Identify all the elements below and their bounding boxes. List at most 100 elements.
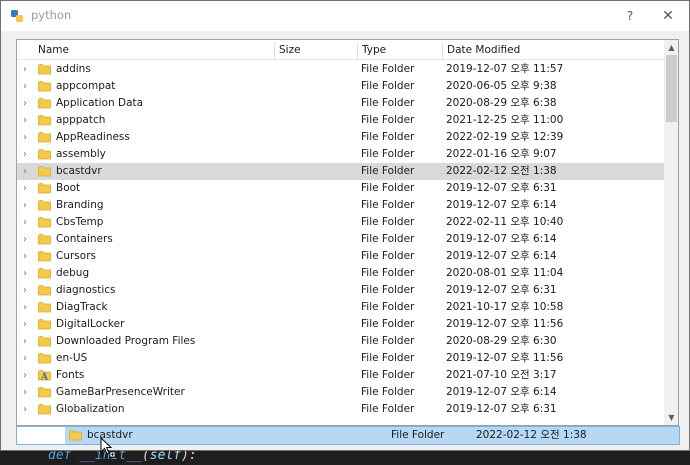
table-row[interactable]: › Downloaded Program Files File Folder 2020… — [17, 333, 664, 350]
chevron-right-icon[interactable]: › — [20, 316, 30, 333]
row-date: 2020-08-29 오후 6:30 — [446, 335, 557, 347]
row-type: File Folder — [361, 267, 415, 279]
row-type: File Folder — [361, 301, 415, 313]
row-date: 2019-12-07 오후 6:14 — [446, 386, 557, 398]
table-row[interactable]: › en-US File Folder 2019-12-07 오후 11:56 — [17, 350, 664, 367]
chevron-right-icon[interactable]: › — [20, 61, 30, 78]
chevron-right-icon[interactable]: › — [20, 214, 30, 231]
chevron-right-icon[interactable]: › — [20, 384, 30, 401]
chevron-right-icon[interactable]: › — [20, 299, 30, 316]
row-name: bcastdvr — [56, 165, 102, 177]
table-row[interactable]: › debug File Folder 2020-08-01 오후 11:04 — [17, 265, 664, 282]
row-name: GameBarPresenceWriter — [56, 386, 185, 398]
row-name: diagnostics — [56, 284, 116, 296]
chevron-right-icon[interactable]: › — [20, 282, 30, 299]
folder-icon — [38, 217, 51, 228]
folder-icon — [38, 200, 51, 211]
scroll-up-arrow-icon[interactable]: ▲ — [664, 40, 678, 55]
row-name: en-US — [56, 352, 88, 364]
row-type: File Folder — [361, 403, 415, 415]
chevron-right-icon[interactable]: › — [20, 146, 30, 163]
vertical-scrollbar[interactable]: ▲ ▼ — [664, 40, 678, 425]
table-row[interactable]: › GameBarPresenceWriter File Folder 2019-12… — [17, 384, 664, 401]
table-row[interactable]: › Containers File Folder 2019-12-07 오후 6:14 — [17, 231, 664, 248]
table-row[interactable]: › Globalization File Folder 2019-12-07 오후 6… — [17, 401, 664, 418]
table-row[interactable]: › DigitalLocker File Folder 2019-12-07 오후 1… — [17, 316, 664, 333]
chevron-right-icon[interactable]: › — [20, 180, 30, 197]
column-header-type[interactable]: Type — [357, 40, 442, 60]
column-header-date[interactable]: Date Modified — [442, 40, 662, 60]
file-tree-view[interactable]: Name Size Type Date Modified › addins File… — [16, 39, 679, 426]
row-date: 2020-08-29 오후 6:38 — [446, 97, 557, 109]
chevron-right-icon[interactable]: › — [20, 112, 30, 129]
table-row[interactable]: › apppatch File Folder 2021-12-25 오후 11:00 — [17, 112, 664, 129]
folder-icon — [38, 81, 51, 92]
chevron-right-icon[interactable]: › — [20, 265, 30, 282]
row-type: File Folder — [361, 80, 415, 92]
folder-icon — [38, 234, 51, 245]
row-type: File Folder — [361, 114, 415, 126]
drag-preview-type: File Folder — [391, 429, 445, 441]
table-row[interactable]: › Branding File Folder 2019-12-07 오후 6:14 — [17, 197, 664, 214]
row-date: 2019-12-07 오후 6:31 — [446, 403, 557, 415]
row-date: 2019-12-07 오후 6:31 — [446, 284, 557, 296]
help-button[interactable]: ? — [619, 6, 641, 26]
chevron-right-icon[interactable]: › — [20, 231, 30, 248]
chevron-right-icon[interactable]: › — [20, 333, 30, 350]
row-type: File Folder — [361, 318, 415, 330]
table-row[interactable]: › addins File Folder 2019-12-07 오후 11:57 — [17, 61, 664, 78]
row-type: File Folder — [361, 165, 415, 177]
table-row[interactable]: › Cursors File Folder 2019-12-07 오후 6:14 — [17, 248, 664, 265]
table-row[interactable]: › assembly File Folder 2022-01-16 오후 9:07 — [17, 146, 664, 163]
folder-icon — [38, 251, 51, 262]
column-header-size[interactable]: Size — [274, 40, 358, 60]
row-type: File Folder — [361, 386, 415, 398]
row-date: 2019-12-07 오후 6:14 — [446, 233, 557, 245]
close-button[interactable]: ✕ — [657, 6, 679, 26]
row-date: 2019-12-07 오후 6:31 — [446, 182, 557, 194]
row-type: File Folder — [361, 63, 415, 75]
table-row[interactable]: › diagnostics File Folder 2019-12-07 오후 6:3… — [17, 282, 664, 299]
chevron-right-icon[interactable]: › — [20, 129, 30, 146]
drag-preview-blank — [17, 427, 65, 444]
row-date: 2020-06-05 오후 9:38 — [446, 80, 557, 92]
column-header-name[interactable]: Name — [33, 40, 273, 60]
table-row[interactable]: › Application Data File Folder 2020-08-29 오… — [17, 95, 664, 112]
row-name: assembly — [56, 148, 106, 160]
table-row[interactable]: › A Fonts File Folder 2021-07-10 오전 3:17 — [17, 367, 664, 384]
table-row[interactable]: › bcastdvr File Folder 2022-02-12 오전 1:38 — [17, 163, 664, 180]
chevron-right-icon[interactable]: › — [20, 95, 30, 112]
table-row[interactable]: › DiagTrack File Folder 2021-10-17 오후 10:58 — [17, 299, 664, 316]
row-type: File Folder — [361, 352, 415, 364]
chevron-right-icon[interactable]: › — [20, 197, 30, 214]
chevron-right-icon[interactable]: › — [20, 367, 30, 384]
chevron-right-icon[interactable]: › — [20, 401, 30, 418]
chevron-right-icon[interactable]: › — [20, 350, 30, 367]
row-type: File Folder — [361, 284, 415, 296]
chevron-right-icon[interactable]: › — [20, 78, 30, 95]
folder-icon — [38, 353, 51, 364]
row-name: CbsTemp — [56, 216, 104, 228]
table-row[interactable]: › CbsTemp File Folder 2022-02-11 오후 10:40 — [17, 214, 664, 231]
row-name: debug — [56, 267, 90, 279]
row-date: 2019-12-07 오후 11:56 — [446, 318, 564, 330]
folder-icon — [38, 268, 51, 279]
title-bar[interactable]: python ? ✕ — [1, 1, 689, 31]
table-row[interactable]: › Boot File Folder 2019-12-07 오후 6:31 — [17, 180, 664, 197]
row-name: appcompat — [56, 80, 116, 92]
row-type: File Folder — [361, 369, 415, 381]
row-type: File Folder — [361, 131, 415, 143]
scroll-thumb[interactable] — [666, 55, 677, 122]
scroll-down-arrow-icon[interactable]: ▼ — [664, 410, 678, 425]
chevron-right-icon[interactable]: › — [20, 248, 30, 265]
table-row[interactable]: › appcompat File Folder 2020-06-05 오후 9:38 — [17, 78, 664, 95]
folder-icon — [38, 64, 51, 75]
row-name: Application Data — [56, 97, 144, 109]
row-date: 2021-12-25 오후 11:00 — [446, 114, 564, 126]
file-dialog: python ? ✕ Name Size Type Date Modified … — [0, 0, 690, 451]
row-type: File Folder — [361, 250, 415, 262]
table-row[interactable]: › AppReadiness File Folder 2022-02-19 오후 12… — [17, 129, 664, 146]
row-type: File Folder — [361, 182, 415, 194]
chevron-right-icon[interactable]: › — [20, 163, 30, 180]
folder-icon — [38, 319, 51, 330]
